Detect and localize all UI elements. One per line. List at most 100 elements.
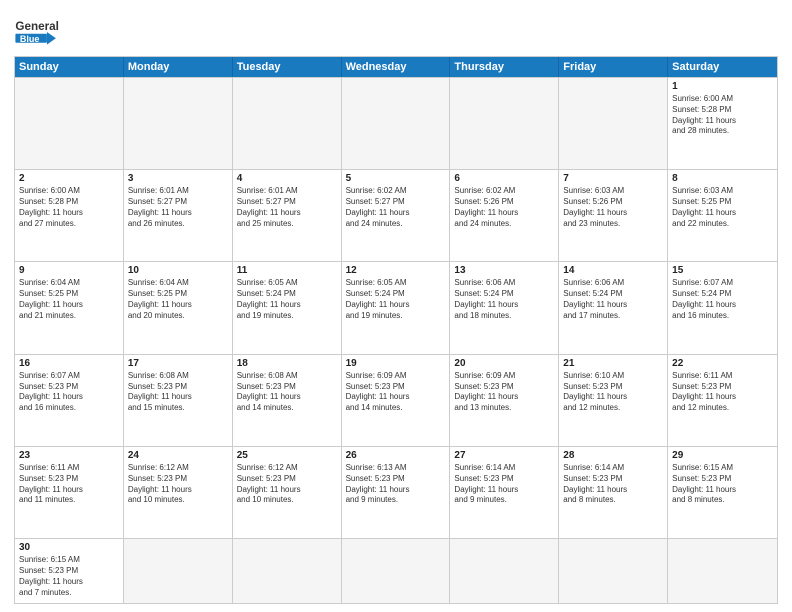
cal-cell-6-4 [342,539,451,603]
day-number: 7 [563,173,663,184]
cal-week-1: 1 Sunrise: 6:00 AM Sunset: 5:28 PM Daylig… [15,77,777,169]
header: General Blue [14,10,778,50]
cal-cell-1-2 [124,78,233,169]
cal-cell-1-1 [15,78,124,169]
cal-cell-2-1: 2 Sunrise: 6:00 AM Sunset: 5:28 PM Daylig… [15,170,124,261]
svg-text:Blue: Blue [20,34,40,44]
cell-info: Sunrise: 6:11 AM Sunset: 5:23 PM Dayligh… [19,463,119,506]
cal-header-thursday: Thursday [450,57,559,77]
day-number: 22 [672,358,773,369]
cal-cell-6-3 [233,539,342,603]
cal-week-3: 9 Sunrise: 6:04 AM Sunset: 5:25 PM Daylig… [15,261,777,353]
cell-info: Sunrise: 6:06 AM Sunset: 5:24 PM Dayligh… [563,278,663,321]
cal-cell-3-2: 10 Sunrise: 6:04 AM Sunset: 5:25 PM Dayli… [124,262,233,353]
day-number: 18 [237,358,337,369]
day-number: 17 [128,358,228,369]
svg-text:General: General [15,20,59,33]
day-number: 19 [346,358,446,369]
cal-header-tuesday: Tuesday [233,57,342,77]
cal-cell-6-1: 30Sunrise: 6:15 AM Sunset: 5:23 PM Dayli… [15,539,124,603]
cell-info: Sunrise: 6:14 AM Sunset: 5:23 PM Dayligh… [454,463,554,506]
day-number: 23 [19,450,119,461]
day-number: 6 [454,173,554,184]
cal-header-sunday: Sunday [15,57,124,77]
day-number: 12 [346,265,446,276]
cell-info: Sunrise: 6:03 AM Sunset: 5:25 PM Dayligh… [672,186,773,229]
cal-cell-1-3 [233,78,342,169]
cal-cell-3-1: 9 Sunrise: 6:04 AM Sunset: 5:25 PM Daylig… [15,262,124,353]
cell-info: Sunrise: 6:02 AM Sunset: 5:26 PM Dayligh… [454,186,554,229]
cell-info: Sunrise: 6:00 AM Sunset: 5:28 PM Dayligh… [672,94,773,137]
day-number: 9 [19,265,119,276]
day-number: 20 [454,358,554,369]
cal-cell-6-5 [450,539,559,603]
cal-cell-5-7: 29 Sunrise: 6:15 AM Sunset: 5:23 PM Dayli… [668,447,777,538]
cell-info: Sunrise: 6:10 AM Sunset: 5:23 PM Dayligh… [563,371,663,414]
logo-svg: General Blue [14,14,60,50]
cal-cell-3-5: 13Sunrise: 6:06 AM Sunset: 5:24 PM Dayli… [450,262,559,353]
cell-info: Sunrise: 6:12 AM Sunset: 5:23 PM Dayligh… [128,463,228,506]
cal-cell-4-5: 20 Sunrise: 6:09 AM Sunset: 5:23 PM Dayli… [450,355,559,446]
cell-info: Sunrise: 6:07 AM Sunset: 5:23 PM Dayligh… [19,371,119,414]
cal-cell-5-6: 28Sunrise: 6:14 AM Sunset: 5:23 PM Dayli… [559,447,668,538]
cal-cell-4-2: 17Sunrise: 6:08 AM Sunset: 5:23 PM Dayli… [124,355,233,446]
day-number: 29 [672,450,773,461]
cell-info: Sunrise: 6:05 AM Sunset: 5:24 PM Dayligh… [237,278,337,321]
cal-cell-2-7: 8 Sunrise: 6:03 AM Sunset: 5:25 PM Daylig… [668,170,777,261]
cal-cell-6-2 [124,539,233,603]
day-number: 13 [454,265,554,276]
day-number: 5 [346,173,446,184]
cal-cell-4-1: 16 Sunrise: 6:07 AM Sunset: 5:23 PM Dayli… [15,355,124,446]
cal-cell-6-6 [559,539,668,603]
cal-cell-2-2: 3 Sunrise: 6:01 AM Sunset: 5:27 PM Daylig… [124,170,233,261]
day-number: 8 [672,173,773,184]
cell-info: Sunrise: 6:03 AM Sunset: 5:26 PM Dayligh… [563,186,663,229]
cal-cell-5-5: 27Sunrise: 6:14 AM Sunset: 5:23 PM Dayli… [450,447,559,538]
day-number: 11 [237,265,337,276]
cal-cell-1-5 [450,78,559,169]
cal-header-friday: Friday [559,57,668,77]
cal-cell-1-4 [342,78,451,169]
calendar-header-row: SundayMondayTuesdayWednesdayThursdayFrid… [15,57,777,77]
cal-cell-4-3: 18Sunrise: 6:08 AM Sunset: 5:23 PM Dayli… [233,355,342,446]
cal-week-5: 23 Sunrise: 6:11 AM Sunset: 5:23 PM Dayli… [15,446,777,538]
cal-cell-1-6 [559,78,668,169]
cal-week-4: 16 Sunrise: 6:07 AM Sunset: 5:23 PM Dayli… [15,354,777,446]
day-number: 10 [128,265,228,276]
cell-info: Sunrise: 6:00 AM Sunset: 5:28 PM Dayligh… [19,186,119,229]
day-number: 1 [672,81,773,92]
day-number: 3 [128,173,228,184]
cell-info: Sunrise: 6:15 AM Sunset: 5:23 PM Dayligh… [672,463,773,506]
day-number: 4 [237,173,337,184]
day-number: 14 [563,265,663,276]
cal-cell-5-4: 26Sunrise: 6:13 AM Sunset: 5:23 PM Dayli… [342,447,451,538]
calendar-body: 1 Sunrise: 6:00 AM Sunset: 5:28 PM Daylig… [15,77,777,603]
cell-info: Sunrise: 6:11 AM Sunset: 5:23 PM Dayligh… [672,371,773,414]
cell-info: Sunrise: 6:04 AM Sunset: 5:25 PM Dayligh… [19,278,119,321]
logo: General Blue [14,14,60,50]
cal-week-2: 2 Sunrise: 6:00 AM Sunset: 5:28 PM Daylig… [15,169,777,261]
cell-info: Sunrise: 6:04 AM Sunset: 5:25 PM Dayligh… [128,278,228,321]
cal-cell-4-6: 21Sunrise: 6:10 AM Sunset: 5:23 PM Dayli… [559,355,668,446]
cal-cell-6-7 [668,539,777,603]
cell-info: Sunrise: 6:13 AM Sunset: 5:23 PM Dayligh… [346,463,446,506]
cal-cell-2-5: 6 Sunrise: 6:02 AM Sunset: 5:26 PM Daylig… [450,170,559,261]
cell-info: Sunrise: 6:01 AM Sunset: 5:27 PM Dayligh… [128,186,228,229]
cell-info: Sunrise: 6:12 AM Sunset: 5:23 PM Dayligh… [237,463,337,506]
day-number: 30 [19,542,119,553]
cell-info: Sunrise: 6:05 AM Sunset: 5:24 PM Dayligh… [346,278,446,321]
day-number: 16 [19,358,119,369]
cell-info: Sunrise: 6:09 AM Sunset: 5:23 PM Dayligh… [454,371,554,414]
cal-header-saturday: Saturday [668,57,777,77]
day-number: 2 [19,173,119,184]
cal-header-wednesday: Wednesday [342,57,451,77]
cell-info: Sunrise: 6:09 AM Sunset: 5:23 PM Dayligh… [346,371,446,414]
day-number: 24 [128,450,228,461]
cal-cell-1-7: 1 Sunrise: 6:00 AM Sunset: 5:28 PM Daylig… [668,78,777,169]
calendar: SundayMondayTuesdayWednesdayThursdayFrid… [14,56,778,604]
cal-header-monday: Monday [124,57,233,77]
cal-week-6: 30Sunrise: 6:15 AM Sunset: 5:23 PM Dayli… [15,538,777,603]
cell-info: Sunrise: 6:07 AM Sunset: 5:24 PM Dayligh… [672,278,773,321]
page: General Blue SundayMondayTuesdayWednesda… [0,0,792,612]
cal-cell-2-6: 7 Sunrise: 6:03 AM Sunset: 5:26 PM Daylig… [559,170,668,261]
